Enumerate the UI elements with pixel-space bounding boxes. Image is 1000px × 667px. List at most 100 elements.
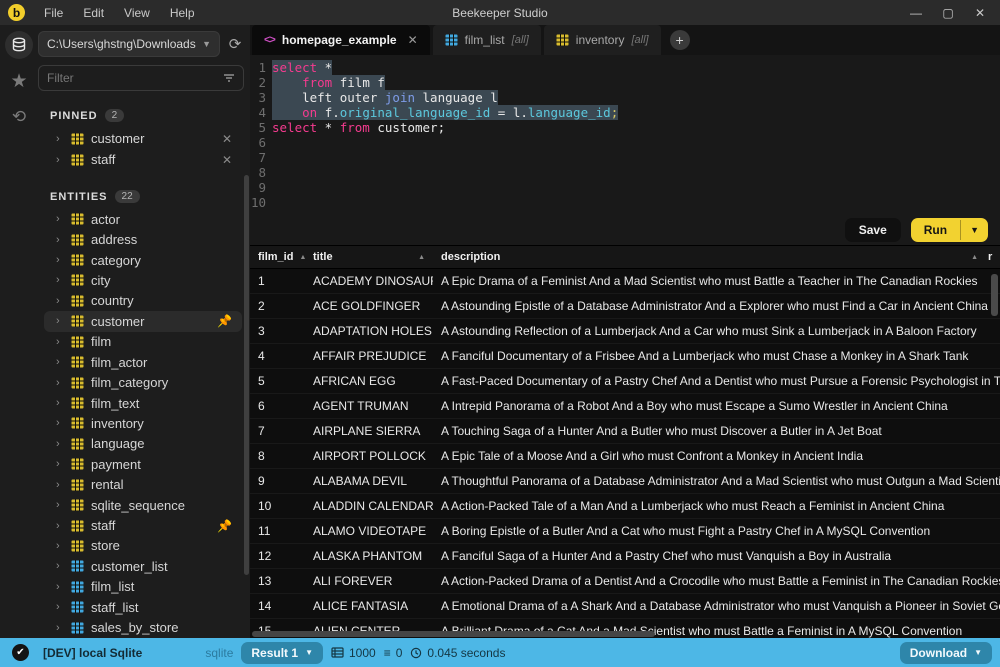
cell-film-id[interactable]: 13 [250,574,305,588]
menu-help[interactable]: Help [161,2,204,24]
cell-description[interactable]: A Boring Epistle of a Butler And a Cat w… [433,524,1000,538]
favorites-star-icon[interactable]: ★ [5,67,33,95]
table-row[interactable]: 3ADAPTATION HOLESA Astounding Reflection… [250,319,1000,344]
chevron-right-icon[interactable]: › [56,622,64,634]
connection-select[interactable]: C:\Users\ghstng\Downloads ▼ [38,31,220,57]
tab-homepage_example[interactable]: <>homepage_example✕ [252,25,430,55]
chevron-right-icon[interactable]: › [56,315,64,327]
cell-title[interactable]: ALASKA PHANTOM [305,549,433,563]
close-icon[interactable]: ✕ [966,3,994,23]
editor-line-9[interactable]: 9 [250,180,1000,195]
sidebar-item-language[interactable]: ›language [44,434,242,454]
chevron-right-icon[interactable]: › [56,397,64,409]
cell-title[interactable]: ALABAMA DEVIL [305,474,433,488]
cell-film-id[interactable]: 12 [250,549,305,563]
editor-line-7[interactable]: 7 [250,150,1000,165]
cell-description[interactable]: A Intrepid Panorama of a Robot And a Boy… [433,399,1000,413]
cell-film-id[interactable]: 6 [250,399,305,413]
menu-edit[interactable]: Edit [74,2,113,24]
cell-description[interactable]: A Epic Drama of a Feminist And a Mad Sci… [433,274,1000,288]
entities-section-header[interactable]: ENTITIES 22 [38,184,244,209]
sidebar-item-city[interactable]: ›city [44,270,242,290]
sidebar-item-film_text[interactable]: ›film_text [44,393,242,413]
cell-description[interactable]: A Epic Tale of a Moose And a Girl who mu… [433,449,1000,463]
table-row[interactable]: 8AIRPORT POLLOCKA Epic Tale of a Moose A… [250,444,1000,469]
chevron-right-icon[interactable]: › [56,336,64,348]
cell-title[interactable]: ACE GOLDFINGER [305,299,433,313]
menu-file[interactable]: File [35,2,72,24]
refresh-icon[interactable]: ⟳ [226,35,244,53]
column-header-description[interactable]: description ▲ [433,246,986,268]
pin-icon[interactable]: 📌 [217,314,242,328]
sidebar-item-film_list[interactable]: ›film_list [44,577,242,597]
table-row[interactable]: 12ALASKA PHANTOMA Fanciful Saga of a Hun… [250,544,1000,569]
sort-asc-icon[interactable]: ▲ [412,254,425,261]
chevron-right-icon[interactable]: › [56,356,64,368]
column-header-film-id[interactable]: film_id ▲ [250,246,305,268]
cell-title[interactable]: ALAMO VIDEOTAPE [305,524,433,538]
cell-title[interactable]: AIRPORT POLLOCK [305,449,433,463]
chevron-right-icon[interactable]: › [56,458,64,470]
table-row[interactable]: 10ALADDIN CALENDARA Action-Packed Tale o… [250,494,1000,519]
cell-title[interactable]: AIRPLANE SIERRA [305,424,433,438]
run-options-chevron-icon[interactable]: ▼ [960,220,988,240]
chevron-right-icon[interactable]: › [56,499,64,511]
table-row[interactable]: 1ACADEMY DINOSAURA Epic Drama of a Femin… [250,269,1000,294]
table-row[interactable]: 4AFFAIR PREJUDICEA Fanciful Documentary … [250,344,1000,369]
sql-editor[interactable]: 1select *2 from film f3 left outer join … [250,55,1000,215]
sidebar-item-staff_list[interactable]: ›staff_list [44,597,242,617]
sidebar-item-inventory[interactable]: ›inventory [44,413,242,433]
editor-line-4[interactable]: 4 on f.original_language_id = l.language… [250,105,1000,120]
sidebar-item-customer_list[interactable]: ›customer_list [44,556,242,576]
cell-description[interactable]: A Emotional Drama of a A Shark And a Dat… [433,599,1000,613]
chevron-right-icon[interactable]: › [56,154,64,166]
cell-film-id[interactable]: 8 [250,449,305,463]
connection-name[interactable]: [DEV] local Sqlite [43,646,142,660]
save-button[interactable]: Save [845,218,901,242]
sidebar-item-store[interactable]: ›store [44,536,242,556]
sort-asc-icon[interactable]: ▲ [965,254,978,261]
sidebar-item-film[interactable]: ›film [44,332,242,352]
menu-view[interactable]: View [115,2,159,24]
cell-title[interactable]: AFFAIR PREJUDICE [305,349,433,363]
sidebar-item-category[interactable]: ›category [44,250,242,270]
editor-line-5[interactable]: 5select * from customer; [250,120,1000,135]
entity-filter[interactable] [38,65,244,91]
maximize-icon[interactable]: ▢ [934,3,962,23]
sidebar-item-payment[interactable]: ›payment [44,454,242,474]
chevron-right-icon[interactable]: › [56,417,64,429]
cell-film-id[interactable]: 14 [250,599,305,613]
editor-line-1[interactable]: 1select * [250,60,1000,75]
cell-film-id[interactable]: 9 [250,474,305,488]
sidebar-scrollbar[interactable] [244,175,249,575]
chevron-right-icon[interactable]: › [56,234,64,246]
chevron-right-icon[interactable]: › [56,295,64,307]
chevron-right-icon[interactable]: › [56,581,64,593]
unpin-close-icon[interactable]: ✕ [222,153,242,167]
tab-inventory[interactable]: inventory[all] [544,25,661,55]
cell-title[interactable]: ACADEMY DINOSAUR [305,274,433,288]
sidebar-item-rental[interactable]: ›rental [44,474,242,494]
cell-title[interactable]: AGENT TRUMAN [305,399,433,413]
result-selector[interactable]: Result 1 ▼ [241,642,323,664]
cell-description[interactable]: A Fast-Paced Documentary of a Pastry Che… [433,374,1000,388]
database-tab-icon[interactable] [5,31,33,59]
editor-line-2[interactable]: 2 from film f [250,75,1000,90]
cell-description[interactable]: A Thoughtful Panorama of a Database Admi… [433,474,1000,488]
table-row[interactable]: 11ALAMO VIDEOTAPEA Boring Epistle of a B… [250,519,1000,544]
cell-description[interactable]: A Astounding Epistle of a Database Admin… [433,299,1000,313]
cell-title[interactable]: ALICE FANTASIA [305,599,433,613]
new-tab-button[interactable]: + [670,30,690,50]
cell-film-id[interactable]: 7 [250,424,305,438]
sidebar-item-actor[interactable]: ›actor [44,209,242,229]
sidebar-item-film_category[interactable]: ›film_category [44,372,242,392]
editor-line-3[interactable]: 3 left outer join language l [250,90,1000,105]
cell-film-id[interactable]: 4 [250,349,305,363]
history-icon[interactable]: ⟲ [5,103,33,131]
results-vertical-scrollbar[interactable] [991,274,998,316]
cell-title[interactable]: AFRICAN EGG [305,374,433,388]
sidebar-item-film_actor[interactable]: ›film_actor [44,352,242,372]
chevron-right-icon[interactable]: › [56,560,64,572]
cell-film-id[interactable]: 5 [250,374,305,388]
cell-description[interactable]: A Action-Packed Drama of a Dentist And a… [433,574,1000,588]
